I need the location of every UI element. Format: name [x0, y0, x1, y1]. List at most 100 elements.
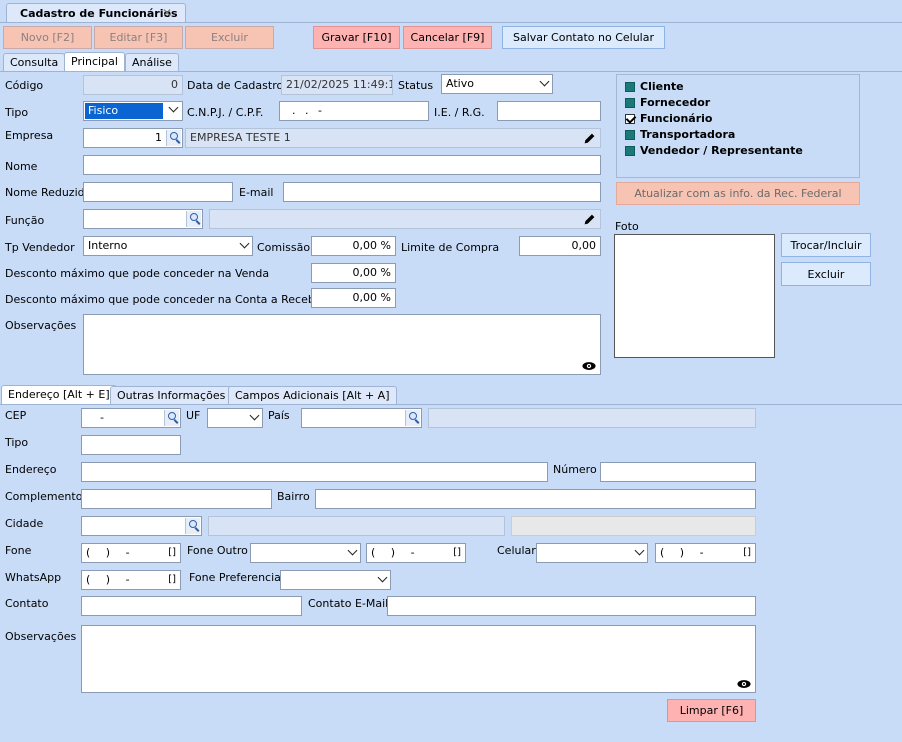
category-cliente[interactable]: Cliente [625, 80, 684, 93]
bairro-input[interactable] [315, 489, 756, 509]
close-icon[interactable]: ✕ [162, 6, 172, 20]
fone-outro-label: Fone Outro [187, 544, 248, 557]
novo-button[interactable]: Novo [F2] [3, 26, 92, 49]
cep-input[interactable]: - [81, 408, 181, 428]
whatsapp-input[interactable]: ( ) - [] [81, 570, 181, 590]
search-icon[interactable] [164, 410, 179, 426]
fone-outro-input[interactable]: ( ) - [] [366, 543, 466, 563]
whatsapp-value: ( ) - [86, 573, 130, 586]
checkbox-vendedor[interactable] [625, 145, 635, 156]
funcao-input[interactable] [83, 209, 203, 229]
phone-clear-icon: [] [743, 547, 751, 558]
cancelar-button[interactable]: Cancelar [F9] [403, 26, 492, 49]
contato-input[interactable] [81, 596, 302, 616]
pencil-icon[interactable] [583, 132, 596, 145]
cidade-label: Cidade [5, 517, 44, 530]
endereco-input[interactable] [81, 462, 548, 482]
excluir-foto-button[interactable]: Excluir [781, 262, 871, 286]
codigo-field: 0 [83, 75, 183, 95]
fone-pref-select[interactable] [280, 570, 391, 590]
category-fornecedor[interactable]: Fornecedor [625, 96, 710, 109]
checkbox-transportadora[interactable] [625, 129, 635, 140]
contato-email-input[interactable] [387, 596, 756, 616]
uf-select[interactable] [207, 408, 263, 428]
limite-input[interactable]: 0,00 [519, 236, 601, 256]
ie-input[interactable] [497, 101, 601, 121]
tab-endereco[interactable]: Endereço [Alt + E] [1, 385, 117, 404]
salvar-contato-button[interactable]: Salvar Contato no Celular [502, 26, 665, 49]
status-select[interactable]: Ativo [441, 74, 553, 94]
window-tab[interactable]: Cadastro de Funcionários ✕ [6, 3, 186, 23]
tp-vendedor-label: Tp Vendedor [5, 241, 75, 254]
category-label: Funcionário [640, 112, 713, 125]
tab-principal[interactable]: Principal [64, 52, 125, 71]
category-label: Fornecedor [640, 96, 711, 109]
gravar-button[interactable]: Gravar [F10] [313, 26, 400, 49]
email-input[interactable] [283, 182, 601, 202]
obs-textarea[interactable] [83, 314, 601, 375]
foto-label: Foto [615, 220, 639, 233]
tipo-label: Tipo [5, 106, 29, 119]
addr-tipo-input[interactable] [81, 435, 181, 455]
eye-icon[interactable] [737, 679, 751, 689]
empresa-code-input[interactable]: 1 [83, 128, 183, 148]
search-icon[interactable] [405, 410, 420, 426]
complemento-input[interactable] [81, 489, 272, 509]
nome-reduzido-label: Nome Reduzido [5, 186, 92, 199]
editar-button[interactable]: Editar [F3] [94, 26, 183, 49]
limpar-button[interactable]: Limpar [F6] [667, 699, 756, 722]
category-funcionario[interactable]: Funcionário [625, 112, 712, 125]
search-icon[interactable] [185, 518, 200, 534]
tab-campos-adicionais[interactable]: Campos Adicionais [Alt + A] [228, 386, 397, 404]
chevron-down-icon [377, 572, 388, 583]
comissao-input[interactable]: 0,00 % [311, 236, 396, 256]
chevron-down-icon [249, 410, 260, 421]
addr-tabs-divider [0, 404, 902, 405]
ie-label: I.E. / R.G. [434, 106, 485, 119]
addr-obs-textarea[interactable] [81, 625, 756, 693]
celular-input[interactable]: ( ) - [] [655, 543, 756, 563]
eye-icon[interactable] [582, 361, 596, 371]
pais-input[interactable] [301, 408, 422, 428]
tab-analise[interactable]: Análise [125, 53, 179, 71]
tipo-select[interactable]: Fisico [83, 101, 183, 121]
desc-conta-input[interactable]: 0,00 % [311, 288, 396, 308]
checkbox-cliente[interactable] [625, 81, 635, 92]
fone-outro-type-select[interactable] [250, 543, 361, 563]
nome-input[interactable] [83, 155, 601, 175]
desc-venda-input[interactable]: 0,00 % [311, 263, 396, 283]
celular-label: Celular [497, 544, 536, 557]
checkbox-funcionario[interactable] [625, 113, 635, 124]
fone-input[interactable]: ( ) - [] [81, 543, 181, 563]
tp-vendedor-select[interactable]: Interno [83, 236, 253, 256]
excluir-button[interactable]: Excluir [185, 26, 274, 49]
category-vendedor[interactable]: Vendedor / Representante [625, 144, 803, 157]
pais-label: País [268, 409, 290, 422]
nome-reduzido-input[interactable] [83, 182, 233, 202]
celular-type-select[interactable] [536, 543, 648, 563]
category-transportadora[interactable]: Transportadora [625, 128, 735, 141]
cnpj-input[interactable]: . . - [279, 101, 429, 121]
atualizar-rec-federal-button[interactable]: Atualizar com as info. da Rec. Federal [616, 182, 860, 205]
codigo-label: Código [5, 79, 44, 92]
limite-label: Limite de Compra [401, 241, 500, 254]
trocar-foto-button[interactable]: Trocar/Incluir [781, 233, 871, 257]
celular-value: ( ) - [660, 546, 704, 559]
addr-obs-label: Observações [5, 630, 77, 643]
checkbox-fornecedor[interactable] [625, 97, 635, 108]
status-label: Status [398, 79, 434, 92]
phone-clear-icon: [] [168, 547, 176, 558]
chevron-down-icon [634, 545, 645, 556]
desc-conta-label: Desconto máximo que pode conceder na Con… [5, 293, 327, 306]
cidade-input[interactable] [81, 516, 202, 536]
tab-outras-informacoes[interactable]: Outras Informações [110, 386, 233, 404]
status-value: Ativo [446, 77, 474, 90]
category-label: Cliente [640, 80, 684, 93]
pencil-icon[interactable] [583, 213, 596, 226]
nome-label: Nome [5, 160, 38, 173]
complemento-label: Complemento [5, 490, 83, 503]
search-icon[interactable] [166, 130, 181, 146]
search-icon[interactable] [186, 211, 201, 227]
tab-consulta[interactable]: Consulta [3, 53, 66, 71]
numero-input[interactable] [600, 462, 756, 482]
